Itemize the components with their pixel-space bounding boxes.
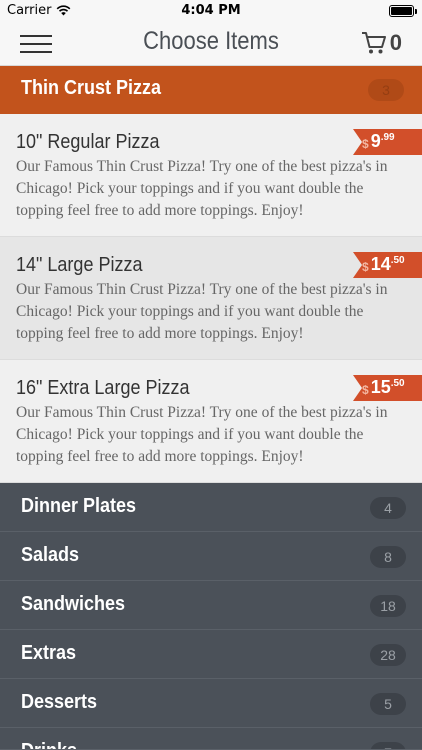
item-name: 14" Large Pizza xyxy=(16,254,143,276)
category-row-desserts[interactable]: Desserts 5 xyxy=(0,679,422,728)
page-title: Choose Items xyxy=(143,27,279,55)
price-tag: $14.50 xyxy=(353,252,422,278)
category-count-badge: 4 xyxy=(370,497,406,519)
price-whole: 9 xyxy=(370,131,381,151)
price-whole: 14 xyxy=(370,254,391,274)
item-description: Our Famous Thin Crust Pizza! Try one of … xyxy=(16,404,388,465)
price-cents: .50 xyxy=(390,378,405,389)
price-whole: 15 xyxy=(370,377,391,397)
category-name: Thin Crust Pizza xyxy=(21,77,162,99)
price-cents: .50 xyxy=(390,255,405,266)
status-bar: Carrier 4:04 PM xyxy=(0,0,422,22)
cart-button[interactable]: 0 xyxy=(361,30,402,56)
price-currency: $ xyxy=(362,383,369,397)
category-name: Desserts xyxy=(21,691,98,713)
category-name: Sandwiches xyxy=(21,593,126,615)
category-name: Salads xyxy=(21,544,80,566)
category-count-badge: 7 xyxy=(370,742,406,749)
category-row-salads[interactable]: Salads 8 xyxy=(0,532,422,581)
menu-item[interactable]: 16" Extra Large Pizza Our Famous Thin Cr… xyxy=(0,360,422,483)
cart-count: 0 xyxy=(389,30,402,55)
category-row-dinner-plates[interactable]: Dinner Plates 4 xyxy=(0,483,422,532)
category-row-sandwiches[interactable]: Sandwiches 18 xyxy=(0,581,422,630)
category-count-badge: 3 xyxy=(368,79,404,101)
price-currency: $ xyxy=(362,137,369,151)
item-description: Our Famous Thin Crust Pizza! Try one of … xyxy=(16,158,388,219)
status-time: 4:04 PM xyxy=(181,3,241,18)
item-name: 10" Regular Pizza xyxy=(16,131,160,153)
category-count-badge: 8 xyxy=(370,546,406,568)
category-count-badge: 28 xyxy=(370,644,406,666)
price-currency: $ xyxy=(362,260,369,274)
price-cents: .99 xyxy=(380,132,395,143)
category-row-drinks[interactable]: Drinks 7 xyxy=(0,728,422,750)
category-row-extras[interactable]: Extras 28 xyxy=(0,630,422,679)
category-name: Dinner Plates xyxy=(21,495,137,517)
category-count-badge: 5 xyxy=(370,693,406,715)
category-count-badge: 18 xyxy=(370,595,406,617)
item-name: 16" Extra Large Pizza xyxy=(16,377,190,399)
cart-icon xyxy=(361,32,386,54)
category-name: Drinks xyxy=(21,740,77,749)
price-tag: $9.99 xyxy=(353,129,422,155)
nav-bar: Choose Items 0 xyxy=(0,22,422,66)
menu-item[interactable]: 10" Regular Pizza Our Famous Thin Crust … xyxy=(0,114,422,237)
menu-item[interactable]: 14" Large Pizza Our Famous Thin Crust Pi… xyxy=(0,237,422,360)
category-name: Extras xyxy=(21,642,77,664)
price-tag: $15.50 xyxy=(353,375,422,401)
category-header-active[interactable]: Thin Crust Pizza 3 xyxy=(0,66,422,114)
item-description: Our Famous Thin Crust Pizza! Try one of … xyxy=(16,281,388,342)
battery-icon xyxy=(389,5,417,17)
